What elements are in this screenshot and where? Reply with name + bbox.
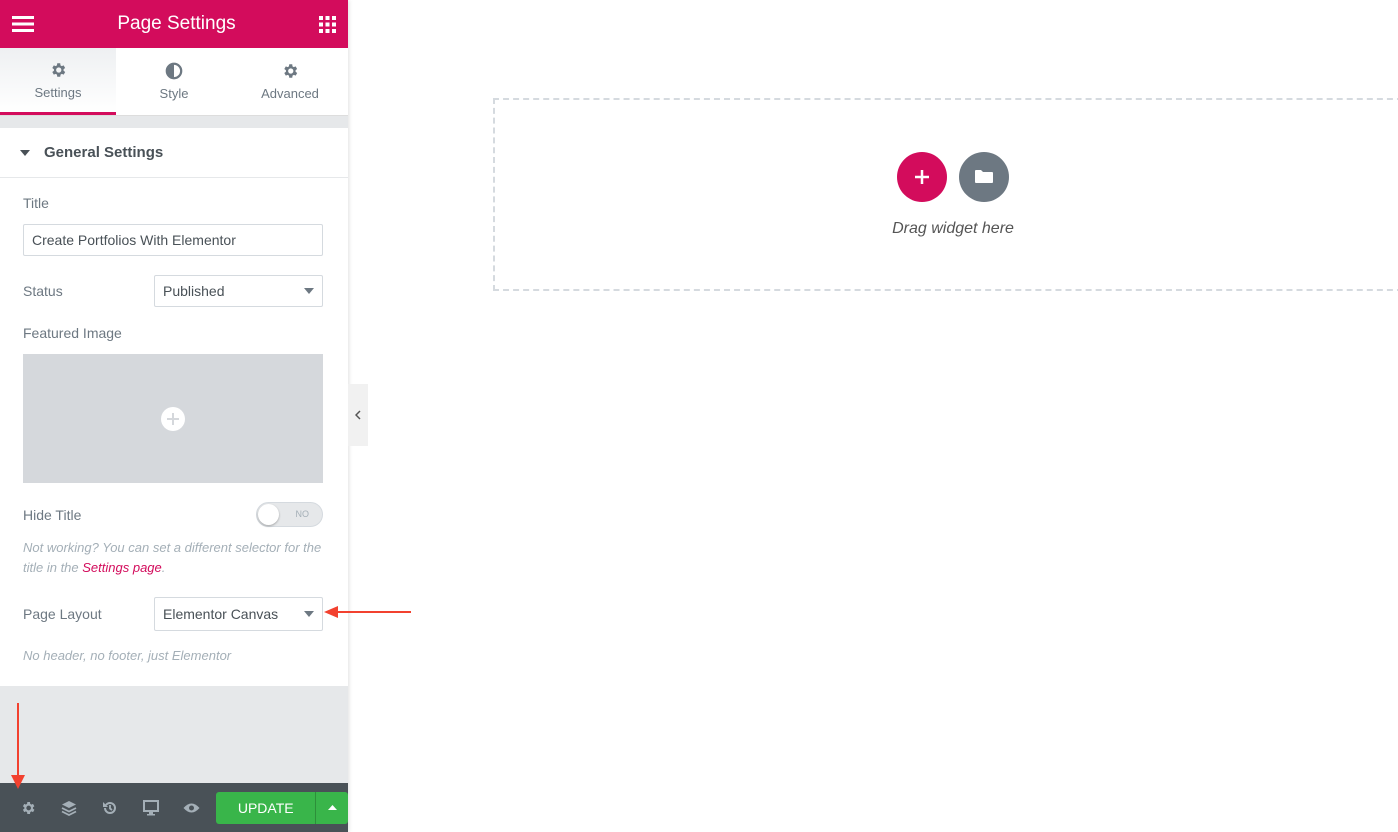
- featured-image-label: Featured Image: [23, 325, 122, 341]
- caret-down-icon: [20, 149, 30, 156]
- tab-label: Style: [159, 86, 189, 101]
- drop-text: Drag widget here: [892, 219, 1014, 237]
- layers-icon: [61, 800, 77, 816]
- hide-title-toggle[interactable]: NO: [256, 502, 323, 527]
- gear-icon: [284, 64, 298, 78]
- eye-icon: [183, 803, 200, 812]
- title-label: Title: [23, 195, 49, 211]
- title-input[interactable]: Create Portfolios With Elementor: [23, 224, 323, 256]
- navigator-button[interactable]: [49, 800, 90, 816]
- empty-section-dropzone[interactable]: Drag widget here: [493, 98, 1398, 291]
- section-header[interactable]: General Settings: [0, 128, 348, 178]
- section-title: General Settings: [44, 144, 164, 161]
- tab-style[interactable]: Style: [116, 48, 232, 115]
- panel-header: Page Settings: [0, 0, 348, 48]
- toggle-state: NO: [295, 509, 310, 519]
- grid-icon[interactable]: [319, 15, 336, 33]
- hide-title-note: Not working? You can set a different sel…: [23, 540, 322, 575]
- page-layout-label: Page Layout: [23, 606, 102, 622]
- panel-title: Page Settings: [117, 13, 236, 34]
- settings-button[interactable]: [8, 800, 49, 816]
- annotation-arrow-left: [324, 606, 411, 618]
- caret-down-icon: [304, 288, 314, 294]
- hamburger-icon[interactable]: [12, 16, 34, 32]
- tab-settings[interactable]: Settings: [0, 48, 116, 115]
- plus-circle-icon: [161, 406, 185, 431]
- contrast-icon: [165, 62, 183, 80]
- desktop-icon: [143, 799, 160, 815]
- history-icon: [103, 801, 117, 814]
- caret-down-icon: [304, 611, 314, 617]
- featured-image-picker[interactable]: [23, 354, 323, 483]
- history-button[interactable]: [90, 800, 131, 816]
- tab-advanced[interactable]: Advanced: [232, 48, 348, 115]
- page-layout-select[interactable]: Elementor Canvas: [154, 597, 323, 631]
- status-select[interactable]: Published: [154, 275, 323, 307]
- collapse-panel-handle[interactable]: [348, 384, 368, 446]
- general-settings-section: General Settings Title Create Portfolios…: [0, 128, 348, 686]
- gear-icon: [23, 801, 35, 814]
- preview-button[interactable]: [172, 802, 213, 814]
- responsive-mode-button[interactable]: [131, 799, 172, 816]
- chevron-left-icon: [355, 410, 361, 420]
- annotation-arrow-down: [11, 703, 25, 789]
- folder-icon: [975, 170, 993, 183]
- tab-label: Advanced: [261, 86, 319, 101]
- tab-label: Settings: [34, 84, 82, 100]
- settings-page-link[interactable]: Settings page: [82, 560, 162, 575]
- status-label: Status: [23, 283, 63, 299]
- page-layout-note: No header, no footer, just Elementor: [23, 648, 232, 663]
- caret-up-icon: [327, 805, 337, 810]
- gear-icon: [52, 62, 66, 77]
- title-value: Create Portfolios With Elementor: [32, 232, 236, 248]
- panel-tabs: Settings Style Advanced: [0, 48, 348, 116]
- hide-title-label: Hide Title: [23, 506, 82, 523]
- status-value: Published: [163, 283, 225, 299]
- page-layout-value: Elementor Canvas: [163, 606, 279, 622]
- panel-footer: UPDATE: [0, 783, 348, 832]
- update-button[interactable]: UPDATE: [216, 791, 317, 824]
- plus-icon: [915, 169, 929, 184]
- editor-panel: Page Settings Settings Style Advanced Ge…: [0, 0, 348, 832]
- add-section-button[interactable]: [897, 151, 947, 202]
- add-template-button[interactable]: [959, 151, 1009, 202]
- save-options-button[interactable]: [316, 791, 348, 824]
